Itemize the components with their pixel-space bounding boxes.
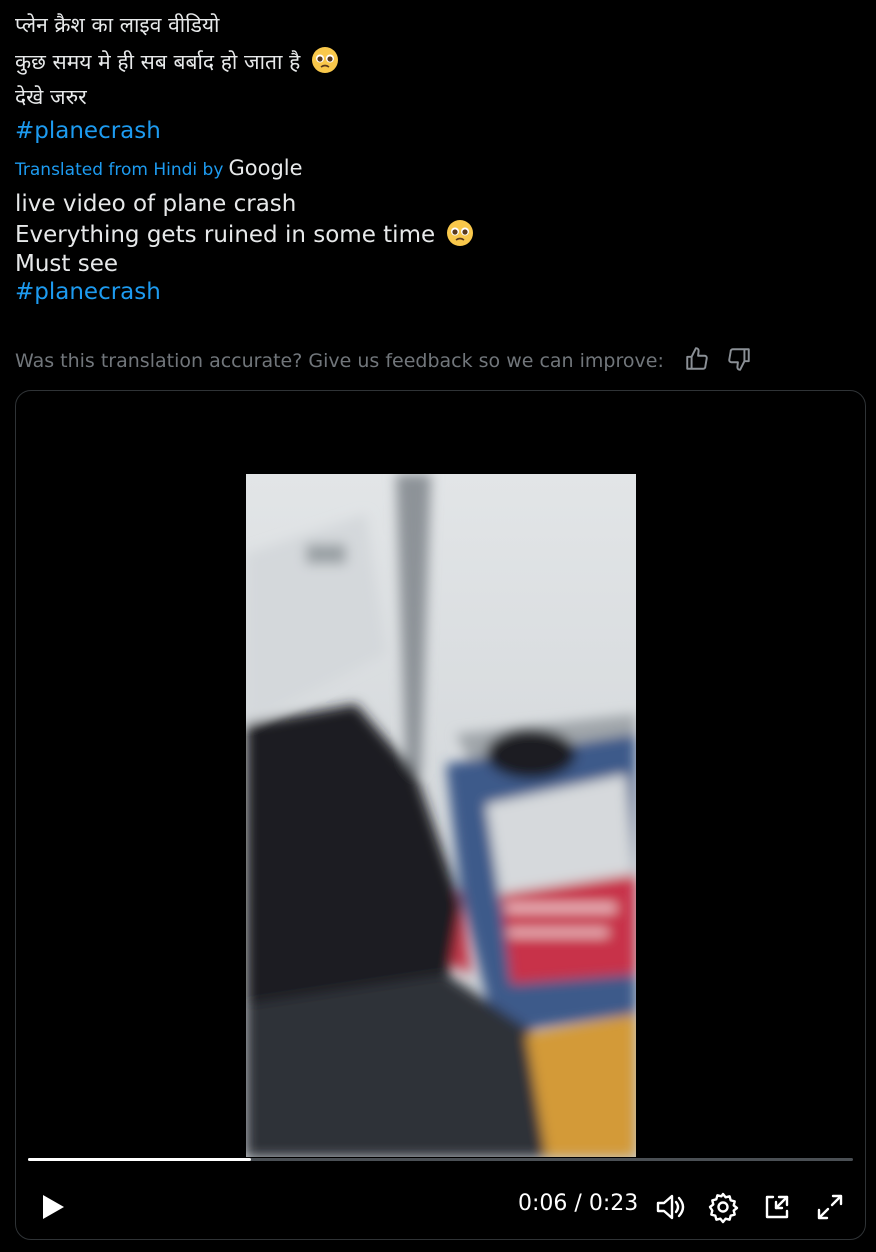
volume-icon[interactable] [650, 1187, 690, 1227]
video-progress-bar[interactable] [28, 1158, 853, 1161]
hashtag-link-english[interactable]: #planecrash [15, 279, 161, 305]
pleading-face-emoji-icon [311, 47, 338, 73]
pleading-face-emoji-icon [447, 220, 474, 246]
fullscreen-icon[interactable] [810, 1187, 850, 1227]
video-time-display: 0:06 / 0:23 [518, 1191, 638, 1216]
tweet-text-english-line-2: Everything gets ruined in some time [15, 219, 474, 250]
translation-feedback-text: Was this translation accurate? Give us f… [15, 350, 664, 372]
time-separator: / [574, 1191, 582, 1216]
play-icon[interactable] [32, 1187, 72, 1227]
video-player[interactable]: 0:06 / 0:23 [15, 390, 866, 1240]
tweet-text-hindi-line-3: देखे जरुर [15, 85, 87, 109]
current-time: 0:06 [518, 1191, 568, 1216]
tweet-text-hindi-line-1: प्लेन क्रैश का लाइव वीडियो [15, 13, 220, 37]
duration: 0:23 [588, 1191, 639, 1216]
translation-feedback-row: Was this translation accurate? Give us f… [15, 346, 752, 372]
translation-attribution: Translated from Hindi by Google [15, 156, 303, 180]
video-frame[interactable] [246, 474, 636, 1157]
video-progress-fill [28, 1158, 251, 1161]
translation-label: Translated from Hindi by [15, 160, 224, 180]
google-logo: Google [228, 156, 303, 180]
thumbs-down-icon[interactable] [726, 346, 752, 372]
thumbs-up-icon[interactable] [684, 346, 710, 372]
tweet-text-english-line-1: live video of plane crash [15, 191, 297, 217]
picture-in-picture-icon[interactable] [757, 1187, 797, 1227]
settings-gear-icon[interactable] [703, 1187, 743, 1227]
tweet-text-hindi-line-2: कुछ समय मे ही सब बर्बाद हो जाता है [15, 46, 339, 77]
tweet-text-english-line-3: Must see [15, 251, 119, 277]
tweet-text-hindi-line-2-text: कुछ समय मे ही सब बर्बाद हो जाता है [15, 50, 301, 74]
hashtag-link-hindi[interactable]: #planecrash [15, 118, 161, 144]
tweet-text-english-line-2-text: Everything gets ruined in some time [15, 222, 436, 248]
